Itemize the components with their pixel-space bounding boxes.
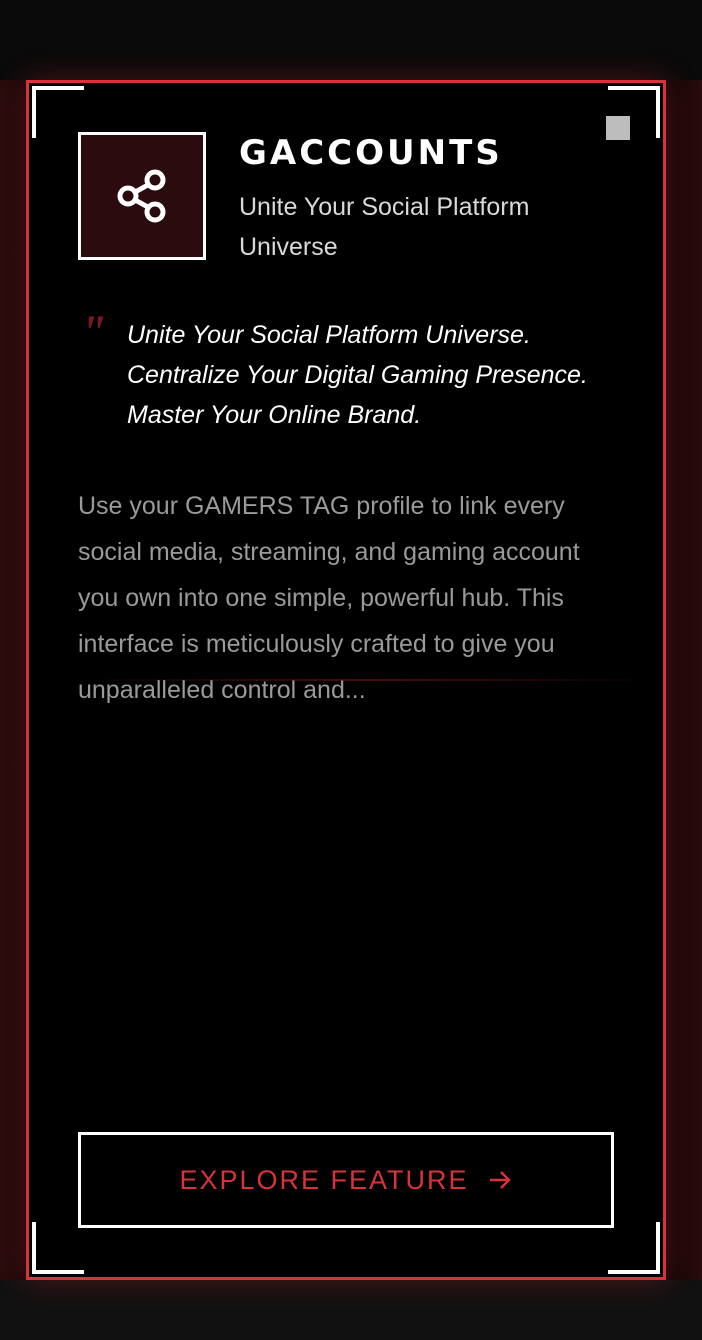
corner-bracket-bottom-right — [608, 1222, 660, 1274]
page: GACCOUNTS Unite Your Social Platform Uni… — [0, 0, 702, 1340]
feature-subtitle: Unite Your Social Platform Universe — [239, 193, 530, 261]
feature-icon-box — [78, 132, 206, 260]
feature-quote: Unite Your Social Platform Universe. Cen… — [127, 321, 588, 429]
feature-title: GACCOUNTS — [239, 133, 503, 173]
share-icon — [117, 169, 166, 223]
explore-feature-label: EXPLORE FEATURE — [179, 1164, 469, 1195]
divider-line — [78, 679, 658, 681]
arrow-right-icon — [487, 1167, 513, 1193]
corner-bracket-bottom-left — [32, 1222, 84, 1274]
top-band — [0, 0, 702, 80]
status-indicator — [606, 116, 630, 140]
explore-feature-button[interactable]: EXPLORE FEATURE — [78, 1132, 614, 1228]
feature-card: GACCOUNTS Unite Your Social Platform Uni… — [26, 80, 666, 1280]
corner-bracket-top-left — [32, 86, 84, 138]
bottom-band — [0, 1280, 702, 1340]
quote-mark: " — [80, 306, 107, 359]
